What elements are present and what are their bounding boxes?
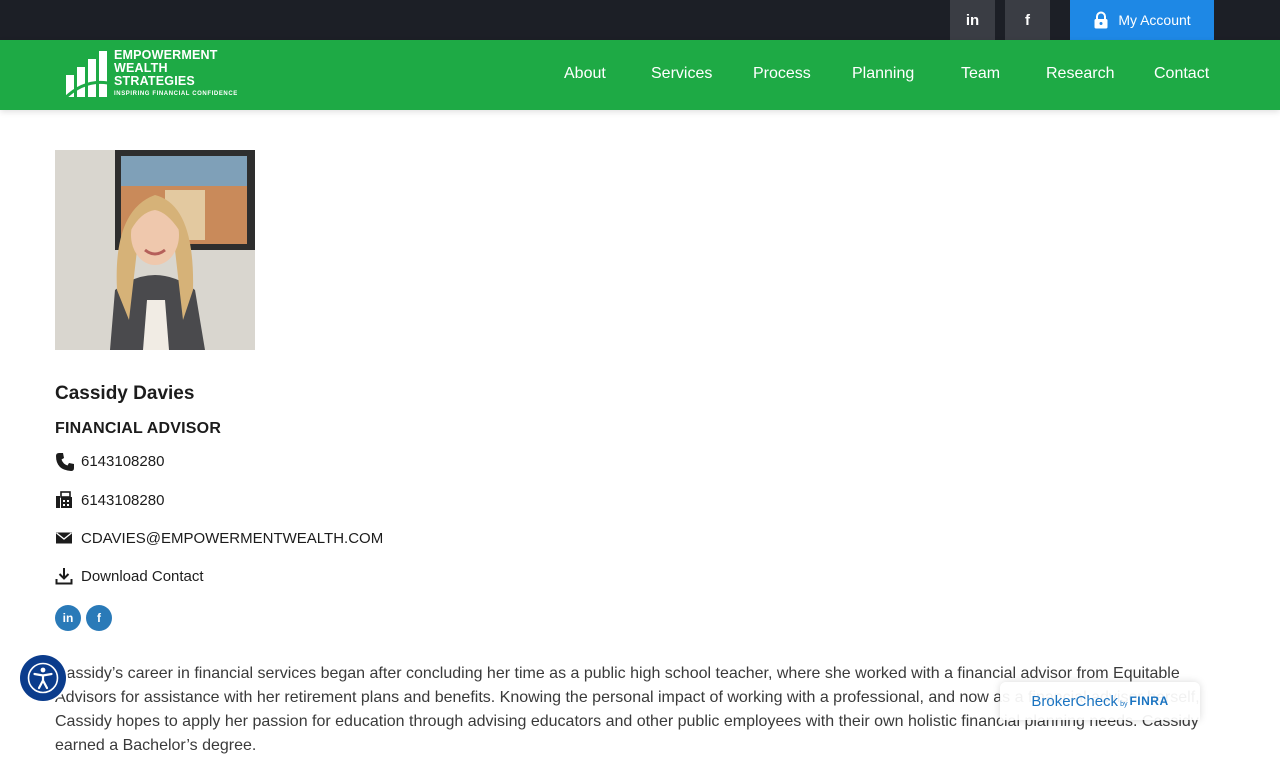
- top-bar: in f My Account: [0, 0, 1280, 40]
- main-nav: EMPOWERMENT WEALTH STRATEGIES INSPIRING …: [0, 40, 1280, 110]
- fax-number: 6143108280: [81, 491, 165, 509]
- fax-row[interactable]: 6143108280: [55, 491, 164, 509]
- download-icon: [55, 567, 73, 585]
- download-contact-link[interactable]: Download Contact: [55, 567, 204, 585]
- nav-research[interactable]: Research: [1046, 65, 1114, 83]
- linkedin-link[interactable]: in: [950, 0, 995, 40]
- email-address: CDAVIES@EMPOWERMENTWEALTH.COM: [81, 529, 384, 547]
- profile-photo: [55, 150, 255, 350]
- accessibility-button[interactable]: [20, 655, 66, 701]
- brokercheck-brand: BrokerCheck: [1031, 692, 1119, 710]
- facebook-icon: f: [1025, 11, 1030, 29]
- envelope-icon: [55, 529, 73, 547]
- phone-icon: [55, 452, 74, 471]
- my-account-button[interactable]: My Account: [1070, 0, 1214, 40]
- lock-icon: [1093, 11, 1109, 29]
- logo-text-line3: STRATEGIES: [114, 74, 195, 88]
- email-row[interactable]: CDAVIES@EMPOWERMENTWEALTH.COM: [55, 529, 383, 547]
- logo-bars-icon: [64, 51, 108, 101]
- nav-contact[interactable]: Contact: [1154, 65, 1209, 83]
- nav-process[interactable]: Process: [753, 65, 811, 83]
- brokercheck-badge[interactable]: BrokerCheck by FINRA: [1000, 682, 1200, 720]
- brokercheck-finra: FINRA: [1129, 694, 1169, 708]
- logo-tagline: INSPIRING FINANCIAL CONFIDENCE: [114, 91, 238, 97]
- nav-planning[interactable]: Planning: [852, 65, 914, 83]
- profile-facebook-icon[interactable]: f: [86, 605, 112, 631]
- advisor-name: Cassidy Davies: [55, 383, 195, 404]
- site-logo[interactable]: EMPOWERMENT WEALTH STRATEGIES INSPIRING …: [64, 49, 238, 101]
- nav-about[interactable]: About: [564, 65, 606, 83]
- brokercheck-by: by: [1120, 701, 1128, 708]
- advisor-role: FINANCIAL ADVISOR: [55, 420, 222, 437]
- facebook-link[interactable]: f: [1005, 0, 1050, 40]
- accessibility-icon: [27, 662, 59, 694]
- download-contact-label: Download Contact: [81, 567, 204, 585]
- linkedin-icon: in: [965, 11, 980, 29]
- my-account-label: My Account: [1118, 12, 1191, 28]
- phone-number: 6143108280: [81, 452, 165, 470]
- nav-services[interactable]: Services: [651, 65, 712, 83]
- profile-linkedin-icon[interactable]: in: [55, 605, 81, 631]
- phone-row[interactable]: 6143108280: [55, 452, 165, 471]
- fax-icon: [55, 491, 73, 509]
- nav-team[interactable]: Team: [961, 65, 1000, 83]
